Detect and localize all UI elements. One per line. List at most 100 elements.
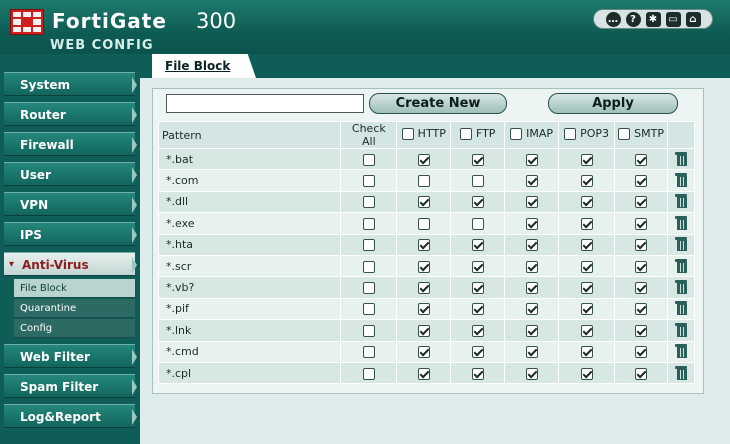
trash-icon[interactable]: [675, 193, 688, 209]
smtp-checkbox[interactable]: [635, 260, 648, 273]
apply-button[interactable]: Apply: [548, 93, 678, 114]
http-checkbox[interactable]: [417, 217, 430, 230]
check-all-checkbox[interactable]: [362, 239, 375, 252]
imap-checkbox[interactable]: [525, 175, 538, 188]
sidebar-item-vpn[interactable]: VPN: [4, 192, 137, 216]
ftp-checkbox[interactable]: [471, 217, 484, 230]
trash-icon[interactable]: [675, 300, 688, 316]
smtp-checkbox[interactable]: [635, 196, 648, 209]
imap-check-all-checkbox[interactable]: [510, 127, 523, 140]
ftp-checkbox[interactable]: [471, 346, 484, 359]
check-all-checkbox[interactable]: [362, 217, 375, 230]
sidebar-item-web-filter[interactable]: Web Filter: [4, 344, 137, 368]
smtp-checkbox[interactable]: [635, 303, 648, 316]
check-all-checkbox[interactable]: [362, 153, 375, 166]
imap-checkbox[interactable]: [525, 346, 538, 359]
sidebar-item-router[interactable]: Router: [4, 102, 137, 126]
trash-icon[interactable]: [675, 258, 688, 273]
trash-icon[interactable]: [675, 322, 688, 337]
smtp-checkbox[interactable]: [635, 217, 648, 230]
ftp-checkbox[interactable]: [471, 367, 484, 380]
ftp-checkbox[interactable]: [471, 175, 484, 188]
trash-icon[interactable]: [675, 279, 688, 295]
pop3-checkbox[interactable]: [580, 153, 593, 166]
http-checkbox[interactable]: [417, 153, 430, 166]
http-checkbox[interactable]: [417, 196, 430, 209]
sidebar-item-anti-virus[interactable]: Anti-Virus: [4, 252, 137, 277]
imap-checkbox[interactable]: [525, 217, 538, 230]
imap-checkbox[interactable]: [525, 260, 538, 273]
pop3-checkbox[interactable]: [580, 324, 593, 337]
pop3-checkbox[interactable]: [580, 239, 593, 252]
pop3-checkbox[interactable]: [580, 282, 593, 295]
http-checkbox[interactable]: [417, 303, 430, 316]
check-all-checkbox[interactable]: [362, 346, 375, 359]
http-checkbox[interactable]: [417, 239, 430, 252]
imap-checkbox[interactable]: [525, 239, 538, 252]
smtp-checkbox[interactable]: [635, 153, 648, 166]
pop3-checkbox[interactable]: [580, 196, 593, 209]
smtp-checkbox[interactable]: [635, 367, 648, 380]
check-all-checkbox[interactable]: [362, 260, 375, 273]
trash-icon[interactable]: [675, 172, 688, 188]
tab-file-block[interactable]: File Block: [152, 54, 256, 78]
sidebar-subitem-config[interactable]: Config: [14, 319, 135, 338]
ftp-checkbox[interactable]: [471, 153, 484, 166]
ftp-checkbox[interactable]: [471, 303, 484, 316]
ftp-checkbox[interactable]: [471, 282, 484, 295]
logout-icon[interactable]: ⌂: [685, 11, 701, 27]
pop3-checkbox[interactable]: [580, 260, 593, 273]
check-all-checkbox[interactable]: [362, 367, 375, 380]
ftp-checkbox[interactable]: [471, 196, 484, 209]
http-checkbox[interactable]: [417, 367, 430, 380]
sidebar-item-user[interactable]: User: [4, 162, 137, 186]
sidebar-subitem-file-block[interactable]: File Block: [14, 279, 135, 298]
smtp-checkbox[interactable]: [635, 282, 648, 295]
http-checkbox[interactable]: [417, 346, 430, 359]
imap-checkbox[interactable]: [525, 367, 538, 380]
imap-checkbox[interactable]: [525, 324, 538, 337]
sidebar-item-spam-filter[interactable]: Spam Filter: [4, 374, 137, 398]
check-all-checkbox[interactable]: [362, 175, 375, 188]
chat-icon[interactable]: …: [605, 11, 621, 27]
http-checkbox[interactable]: [417, 282, 430, 295]
pop3-checkbox[interactable]: [580, 175, 593, 188]
ftp-checkbox[interactable]: [471, 324, 484, 337]
check-all-checkbox[interactable]: [362, 282, 375, 295]
smtp-checkbox[interactable]: [635, 346, 648, 359]
create-new-button[interactable]: Create New: [369, 93, 507, 114]
pop3-checkbox[interactable]: [580, 346, 593, 359]
pop3-checkbox[interactable]: [580, 303, 593, 316]
http-checkbox[interactable]: [417, 175, 430, 188]
pattern-input[interactable]: [166, 94, 364, 113]
imap-checkbox[interactable]: [525, 282, 538, 295]
pop3-checkbox[interactable]: [580, 217, 593, 230]
http-checkbox[interactable]: [417, 260, 430, 273]
ftp-checkbox[interactable]: [471, 239, 484, 252]
check-all-checkbox[interactable]: [362, 324, 375, 337]
imap-checkbox[interactable]: [525, 303, 538, 316]
trash-icon[interactable]: [675, 151, 688, 166]
smtp-checkbox[interactable]: [635, 239, 648, 252]
check-all-checkbox[interactable]: [362, 303, 375, 316]
sidebar-item-log-report[interactable]: Log&Report: [4, 404, 137, 428]
window-icon[interactable]: ▭: [665, 11, 681, 27]
check-all-checkbox[interactable]: [362, 196, 375, 209]
sidebar-subitem-quarantine[interactable]: Quarantine: [14, 299, 135, 318]
help-icon[interactable]: ?: [625, 11, 641, 27]
imap-checkbox[interactable]: [525, 153, 538, 166]
trash-icon[interactable]: [675, 365, 688, 380]
sidebar-item-ips[interactable]: IPS: [4, 222, 137, 246]
http-check-all-checkbox[interactable]: [401, 127, 414, 140]
ftp-checkbox[interactable]: [471, 260, 484, 273]
pop3-checkbox[interactable]: [580, 367, 593, 380]
trash-icon[interactable]: [675, 236, 688, 252]
console-icon[interactable]: ✱: [645, 11, 661, 27]
smtp-checkbox[interactable]: [635, 324, 648, 337]
imap-checkbox[interactable]: [525, 196, 538, 209]
trash-icon[interactable]: [675, 343, 688, 359]
trash-icon[interactable]: [675, 215, 688, 230]
ftp-check-all-checkbox[interactable]: [459, 127, 472, 140]
sidebar-item-firewall[interactable]: Firewall: [4, 132, 137, 156]
http-checkbox[interactable]: [417, 324, 430, 337]
